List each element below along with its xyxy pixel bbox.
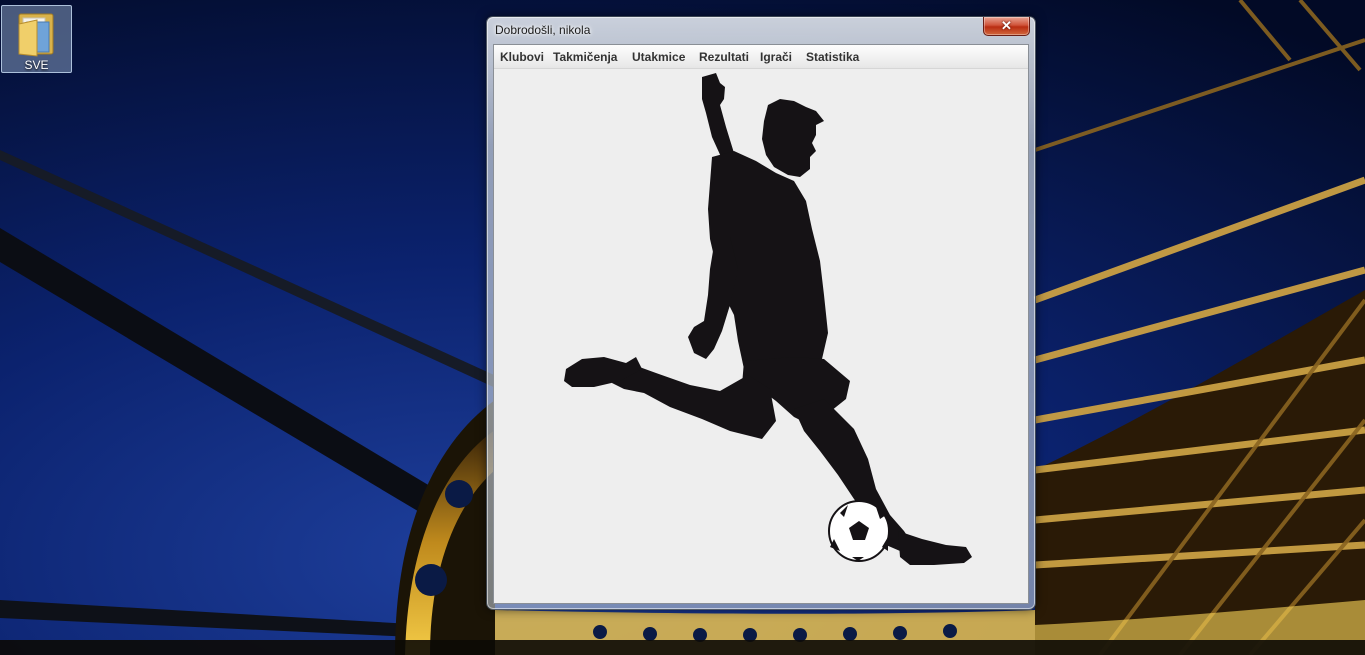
folder-icon xyxy=(18,13,54,57)
app-window: Dobrodošli, nikola ✕ Klubovi Takmičenja … xyxy=(486,16,1036,610)
desktop-icon-label: SVE xyxy=(24,58,49,72)
menu-klubovi[interactable]: Klubovi xyxy=(500,50,544,64)
desktop-icon-sve[interactable]: SVE xyxy=(1,5,72,73)
menu-statistika[interactable]: Statistika xyxy=(806,50,859,64)
football-icon xyxy=(828,500,890,562)
menu-takmicenja[interactable]: Takmičenja xyxy=(553,50,617,64)
close-button[interactable]: ✕ xyxy=(983,17,1030,36)
close-icon: ✕ xyxy=(1001,18,1012,33)
menu-igraci[interactable]: Igrači xyxy=(760,50,792,64)
window-titlebar[interactable]: Dobrodošli, nikola ✕ xyxy=(487,17,1035,45)
football-player-image xyxy=(564,73,972,565)
menu-utakmice[interactable]: Utakmice xyxy=(632,50,685,64)
window-title: Dobrodošli, nikola xyxy=(495,23,591,37)
menu-bar: Klubovi Takmičenja Utakmice Rezultati Ig… xyxy=(494,45,1028,69)
menu-rezultati[interactable]: Rezultati xyxy=(699,50,749,64)
window-client-area: Klubovi Takmičenja Utakmice Rezultati Ig… xyxy=(493,44,1029,604)
